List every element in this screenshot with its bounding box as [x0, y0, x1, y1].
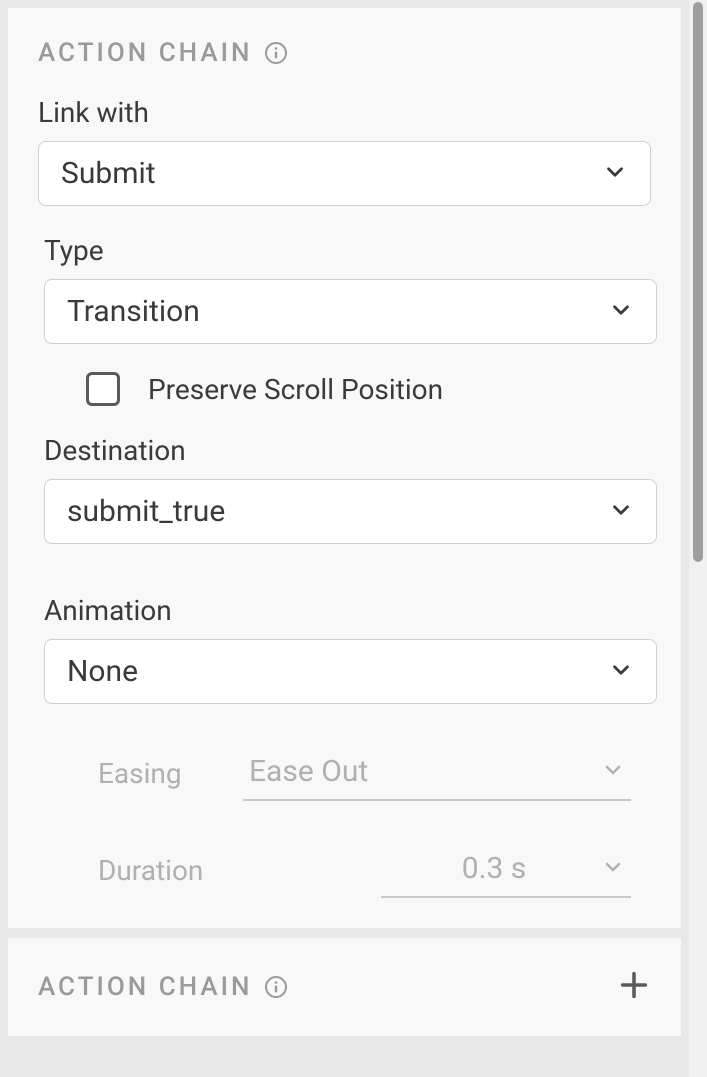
animation-label: Animation	[44, 594, 651, 627]
link-with-label: Link with	[38, 96, 651, 129]
info-icon[interactable]	[264, 975, 288, 999]
chevron-down-icon	[601, 758, 625, 786]
easing-row: Easing Ease Out	[38, 746, 651, 801]
duration-value: 0.3 s	[387, 851, 601, 886]
easing-label: Easing	[98, 757, 243, 790]
add-action-chain-button[interactable]	[617, 968, 651, 1006]
action-chain-panel-collapsed: ACTION CHAIN	[8, 938, 681, 1036]
type-value: Transition	[67, 294, 200, 329]
preserve-scroll-row: Preserve Scroll Position	[86, 372, 651, 406]
duration-row: Duration 0.3 s	[38, 843, 651, 898]
destination-label: Destination	[44, 434, 651, 467]
destination-field: Destination submit_true	[38, 434, 651, 544]
type-field: Type Transition	[38, 234, 651, 344]
panel-title-collapsed: ACTION CHAIN	[38, 972, 252, 1002]
link-with-field: Link with Submit	[38, 96, 651, 206]
destination-value: submit_true	[67, 494, 225, 529]
easing-select[interactable]: Ease Out	[243, 746, 631, 801]
animation-value: None	[67, 654, 138, 689]
duration-label: Duration	[98, 854, 243, 887]
destination-select[interactable]: submit_true	[44, 479, 657, 544]
animation-field: Animation None	[38, 594, 651, 704]
chevron-down-icon	[608, 657, 634, 687]
type-select[interactable]: Transition	[44, 279, 657, 344]
chevron-down-icon	[602, 159, 628, 189]
panel-title: ACTION CHAIN	[38, 38, 252, 68]
panel-header: ACTION CHAIN	[38, 38, 651, 68]
easing-value: Ease Out	[249, 754, 368, 789]
scrollbar-thumb[interactable]	[693, 2, 703, 562]
link-with-value: Submit	[61, 156, 156, 191]
animation-select[interactable]: None	[44, 639, 657, 704]
action-chain-panel: ACTION CHAIN Link with Submit	[8, 8, 681, 928]
preserve-scroll-checkbox[interactable]	[86, 372, 120, 406]
type-label: Type	[44, 234, 651, 267]
scrollbar-track[interactable]	[689, 0, 707, 1077]
duration-select[interactable]: 0.3 s	[381, 843, 631, 898]
chevron-down-icon	[608, 497, 634, 527]
preserve-scroll-label: Preserve Scroll Position	[148, 373, 443, 406]
chevron-down-icon	[601, 855, 625, 883]
link-with-select[interactable]: Submit	[38, 141, 651, 206]
chevron-down-icon	[608, 297, 634, 327]
panel-header-collapsed: ACTION CHAIN	[38, 972, 288, 1002]
info-icon[interactable]	[264, 41, 288, 65]
